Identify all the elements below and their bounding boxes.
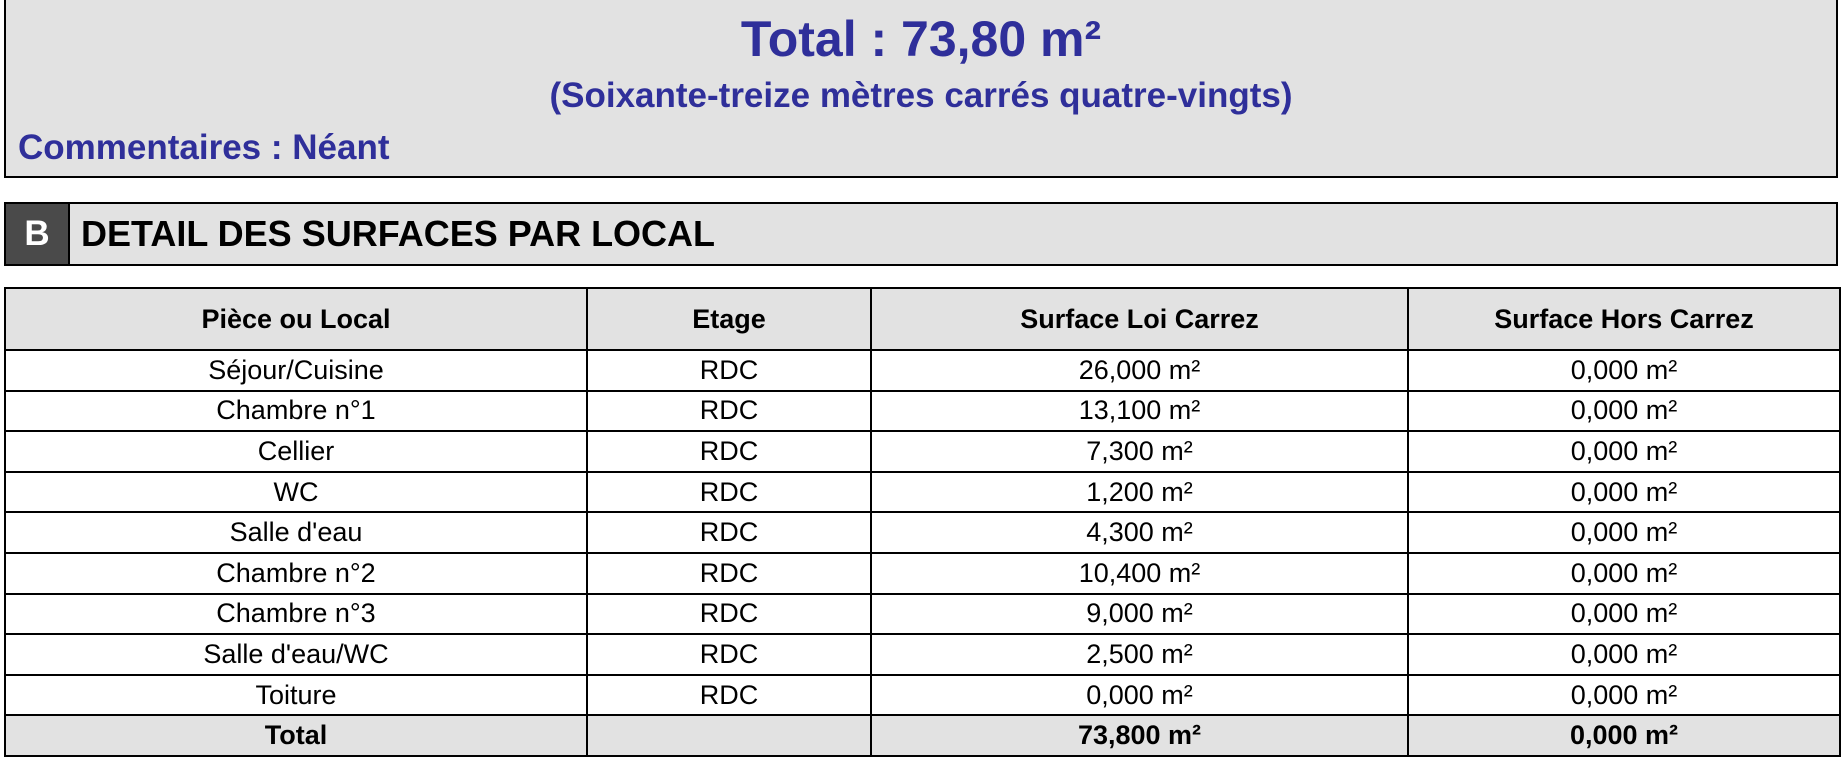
table-header-row: Pièce ou Local Etage Surface Loi Carrez … bbox=[4, 287, 1841, 351]
cell-etage: RDC bbox=[586, 389, 872, 433]
total-surface-title: Total : 73,80 m² bbox=[740, 11, 1102, 67]
total-etage bbox=[586, 714, 872, 757]
table-row: Séjour/Cuisine RDC 26,000 m² 0,000 m² bbox=[4, 349, 1841, 392]
cell-surface-carrez: 0,000 m² bbox=[870, 673, 1409, 717]
cell-surface-hors-carrez: 0,000 m² bbox=[1407, 673, 1841, 717]
cell-etage: RDC bbox=[586, 430, 872, 473]
table-row: Cellier RDC 7,300 m² 0,000 m² bbox=[4, 430, 1841, 473]
cell-surface-carrez: 13,100 m² bbox=[870, 389, 1409, 433]
cell-etage: RDC bbox=[586, 633, 872, 676]
section-title: DETAIL DES SURFACES PAR LOCAL bbox=[81, 213, 716, 254]
cell-surface-hors-carrez: 0,000 m² bbox=[1407, 592, 1841, 636]
cell-piece: WC bbox=[4, 470, 588, 514]
summary-box: Total : 73,80 m² (Soixante-treize mètres… bbox=[4, 0, 1838, 178]
cell-piece: Chambre n°2 bbox=[4, 551, 588, 595]
cell-etage: RDC bbox=[586, 470, 872, 514]
cell-surface-hors-carrez: 0,000 m² bbox=[1407, 349, 1841, 392]
cell-surface-carrez: 1,200 m² bbox=[870, 470, 1409, 514]
header-etage: Etage bbox=[586, 287, 872, 351]
cell-etage: RDC bbox=[586, 551, 872, 595]
section-header: B DETAIL DES SURFACES PAR LOCAL bbox=[4, 202, 1838, 266]
cell-surface-carrez: 2,500 m² bbox=[870, 633, 1409, 676]
header-surface-hors-carrez: Surface Hors Carrez bbox=[1407, 287, 1841, 351]
cell-etage: RDC bbox=[586, 349, 872, 392]
total-surface-carrez: 73,800 m² bbox=[870, 714, 1409, 757]
cell-surface-hors-carrez: 0,000 m² bbox=[1407, 633, 1841, 676]
table-row: Salle d'eau/WC RDC 2,500 m² 0,000 m² bbox=[4, 633, 1841, 676]
cell-surface-carrez: 26,000 m² bbox=[870, 349, 1409, 392]
table-row: Salle d'eau RDC 4,300 m² 0,000 m² bbox=[4, 511, 1841, 554]
cell-piece: Chambre n°3 bbox=[4, 592, 588, 636]
total-surface-in-words: (Soixante-treize mètres carrés quatre-vi… bbox=[549, 76, 1293, 115]
cell-surface-carrez: 7,300 m² bbox=[870, 430, 1409, 473]
cell-piece: Salle d'eau bbox=[4, 511, 588, 554]
cell-surface-hors-carrez: 0,000 m² bbox=[1407, 511, 1841, 554]
cell-surface-carrez: 4,300 m² bbox=[870, 511, 1409, 554]
cell-etage: RDC bbox=[586, 511, 872, 554]
cell-piece: Cellier bbox=[4, 430, 588, 473]
header-surface-carrez: Surface Loi Carrez bbox=[870, 287, 1409, 351]
total-surface-hors-carrez: 0,000 m² bbox=[1407, 714, 1841, 757]
table-row: Toiture RDC 0,000 m² 0,000 m² bbox=[4, 673, 1841, 717]
cell-piece: Salle d'eau/WC bbox=[4, 633, 588, 676]
comments-line: Commentaires : Néant bbox=[18, 128, 390, 167]
cell-surface-hors-carrez: 0,000 m² bbox=[1407, 470, 1841, 514]
cell-etage: RDC bbox=[586, 592, 872, 636]
cell-piece: Chambre n°1 bbox=[4, 389, 588, 433]
table-row: Chambre n°3 RDC 9,000 m² 0,000 m² bbox=[4, 592, 1841, 636]
table-total-row: Total 73,800 m² 0,000 m² bbox=[4, 714, 1841, 757]
cell-surface-carrez: 9,000 m² bbox=[870, 592, 1409, 636]
cell-surface-hors-carrez: 0,000 m² bbox=[1407, 551, 1841, 595]
section-letter-badge: B bbox=[6, 204, 70, 264]
cell-surface-hors-carrez: 0,000 m² bbox=[1407, 389, 1841, 433]
table-row: WC RDC 1,200 m² 0,000 m² bbox=[4, 470, 1841, 514]
header-piece: Pièce ou Local bbox=[4, 287, 588, 351]
cell-surface-hors-carrez: 0,000 m² bbox=[1407, 430, 1841, 473]
table-row: Chambre n°1 RDC 13,100 m² 0,000 m² bbox=[4, 389, 1841, 433]
surfaces-table: Pièce ou Local Etage Surface Loi Carrez … bbox=[4, 287, 1841, 757]
total-label: Total bbox=[4, 714, 588, 757]
cell-surface-carrez: 10,400 m² bbox=[870, 551, 1409, 595]
cell-piece: Toiture bbox=[4, 673, 588, 717]
table-row: Chambre n°2 RDC 10,400 m² 0,000 m² bbox=[4, 551, 1841, 595]
cell-etage: RDC bbox=[586, 673, 872, 717]
cell-piece: Séjour/Cuisine bbox=[4, 349, 588, 392]
